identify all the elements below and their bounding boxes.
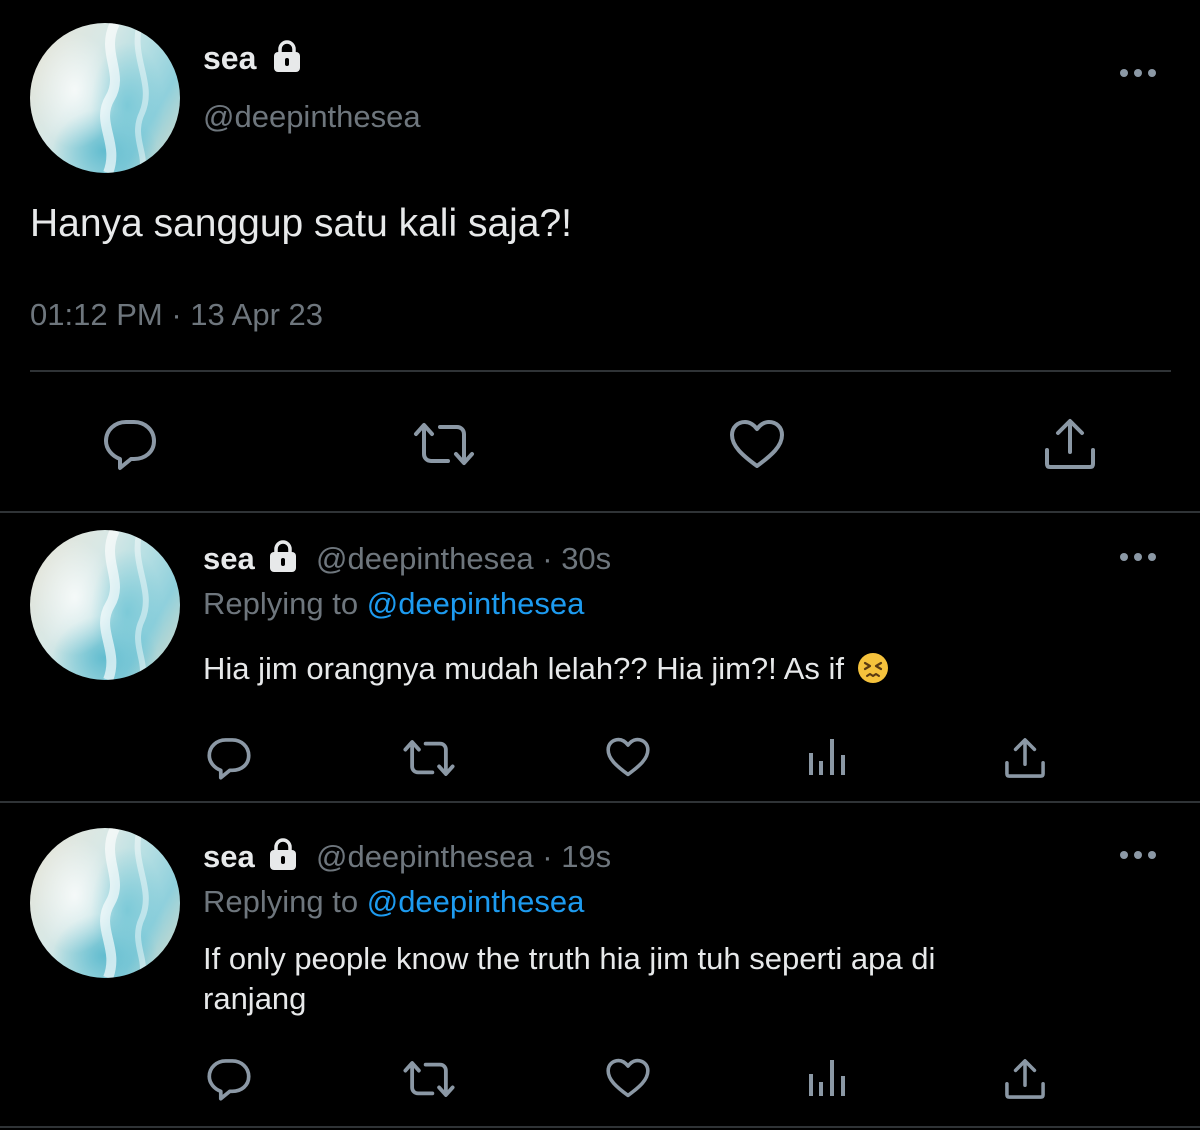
analytics-icon[interactable]: [806, 1058, 848, 1098]
tweet-text-line: If only people know the truth hia jim tu…: [203, 941, 936, 976]
tweet-text: If only people know the truth hia jim tu…: [203, 939, 935, 1019]
tweet-text: Hanya sanggup satu kali saja?!: [30, 202, 573, 245]
retweet-icon[interactable]: [412, 420, 476, 468]
tweet-age[interactable]: 19s: [561, 839, 611, 874]
divider: [0, 511, 1200, 513]
timestamp[interactable]: 01:12 PM · 13 Apr 23: [30, 295, 323, 335]
analytics-icon[interactable]: [806, 737, 848, 777]
more-icon[interactable]: [1118, 66, 1158, 80]
replying-label: Replying to: [203, 586, 359, 621]
tweet-date: 13 Apr 23: [190, 297, 323, 332]
replying-label: Replying to: [203, 884, 359, 919]
reply-header: sea @deepinthesea · 30s: [203, 539, 611, 579]
tweet-text-line: Hia jim orangnya mudah lelah?? Hia jim?!…: [203, 649, 889, 689]
reply-icon[interactable]: [206, 1056, 252, 1102]
lock-icon: [274, 40, 301, 72]
share-icon[interactable]: [1003, 736, 1047, 780]
reply-icon[interactable]: [102, 416, 158, 472]
heart-icon[interactable]: [728, 418, 786, 470]
lock-icon: [270, 540, 297, 572]
time-separator: ·: [533, 839, 562, 874]
avatar-wave-image: [100, 530, 149, 680]
tweet-age[interactable]: 30s: [561, 541, 611, 576]
retweet-icon[interactable]: [402, 737, 456, 779]
replying-to: Replying to @deepinthesea: [203, 584, 584, 624]
handle[interactable]: @deepinthesea: [203, 97, 421, 137]
retweet-icon[interactable]: [402, 1058, 456, 1100]
display-name[interactable]: sea: [203, 541, 255, 576]
avatar-wave-image: [100, 23, 149, 173]
lock-icon: [270, 838, 297, 870]
share-icon[interactable]: [1042, 416, 1098, 472]
tweet-text-line: ranjang: [203, 981, 307, 1016]
replying-to-link[interactable]: @deepinthesea: [367, 884, 585, 919]
more-icon[interactable]: [1118, 550, 1158, 564]
divider: [0, 1126, 1200, 1128]
tweet-time: 01:12 PM: [30, 297, 163, 332]
persevering-face-emoji-icon: [857, 653, 888, 683]
handle[interactable]: @deepinthesea: [316, 839, 534, 874]
tweet-text: Hia jim orangnya mudah lelah?? Hia jim?!…: [203, 651, 844, 686]
divider: [30, 370, 1171, 372]
avatar[interactable]: [30, 23, 180, 173]
avatar[interactable]: [30, 828, 180, 978]
share-icon[interactable]: [1003, 1057, 1047, 1101]
time-separator: ·: [533, 541, 562, 576]
reply-header: sea @deepinthesea · 19s: [203, 837, 611, 877]
avatar-wave-image: [100, 828, 149, 978]
reply-icon[interactable]: [206, 735, 252, 781]
more-icon[interactable]: [1118, 848, 1158, 862]
time-separator: ·: [162, 297, 191, 332]
replying-to-link[interactable]: @deepinthesea: [367, 586, 585, 621]
divider: [0, 801, 1200, 803]
display-name[interactable]: sea: [203, 839, 255, 874]
heart-icon[interactable]: [605, 1057, 651, 1099]
handle[interactable]: @deepinthesea: [316, 541, 534, 576]
avatar[interactable]: [30, 530, 180, 680]
heart-icon[interactable]: [605, 736, 651, 778]
display-name[interactable]: sea: [203, 40, 256, 76]
replying-to: Replying to @deepinthesea: [203, 882, 584, 922]
